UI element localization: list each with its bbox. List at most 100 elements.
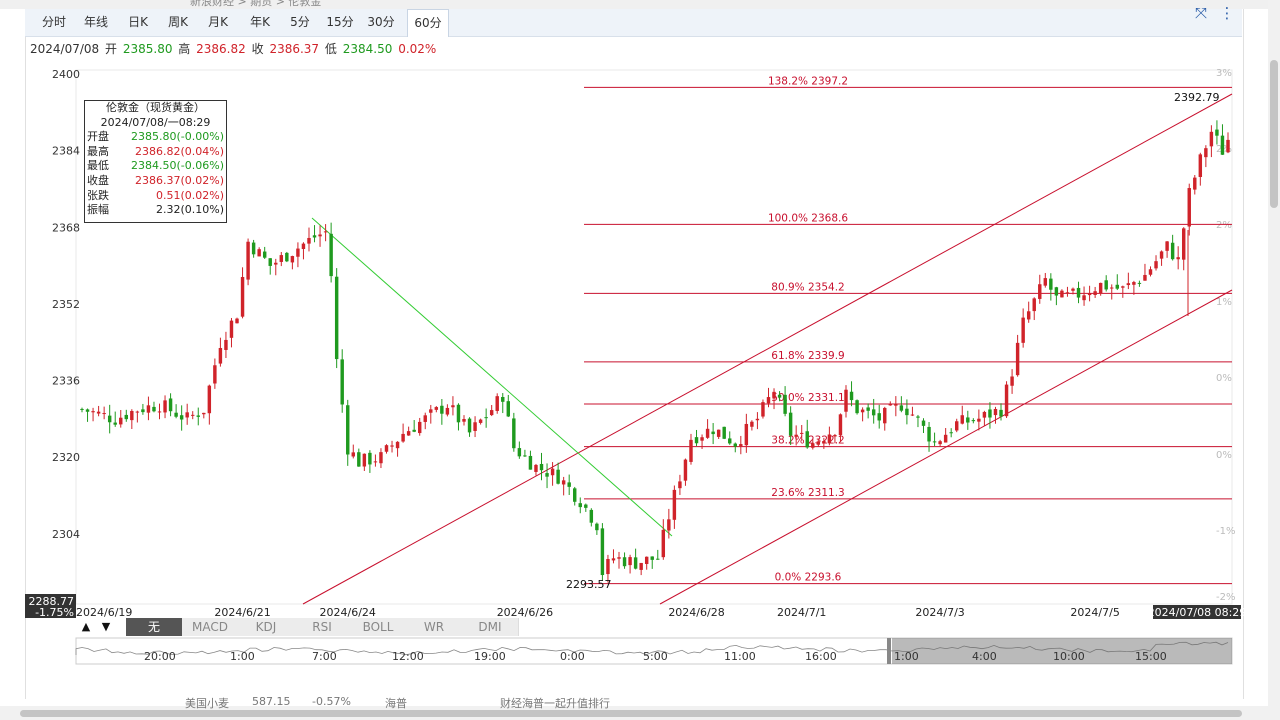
candle-body	[224, 339, 228, 350]
navigator-handle[interactable]	[887, 638, 891, 664]
candle-body	[871, 409, 876, 416]
candle-body	[124, 414, 129, 420]
candle-body	[761, 402, 765, 417]
scroll-down-button[interactable]: ▼	[98, 618, 114, 636]
candle-body	[667, 519, 671, 531]
candle-body	[783, 394, 787, 414]
candle-body	[960, 415, 964, 424]
candle-body	[1010, 376, 1014, 386]
pct-tick-label: 0%	[1216, 373, 1232, 384]
candle-body	[894, 403, 898, 406]
candle-body	[85, 409, 90, 412]
candle-body	[816, 441, 821, 445]
candle-body	[257, 249, 261, 257]
navigator-time-label: 12:00	[392, 650, 424, 663]
candle-body	[788, 412, 793, 436]
candle-body	[102, 413, 106, 415]
vertical-scrollbar[interactable]	[1268, 0, 1280, 720]
candle-body	[412, 429, 416, 432]
candle-body	[489, 410, 494, 416]
candle-body	[534, 464, 538, 472]
indicator-tab-无[interactable]: 无	[126, 618, 183, 636]
candle-body	[423, 415, 427, 422]
y-tick-label: 2368	[52, 221, 80, 234]
candle-body	[589, 509, 594, 523]
navigator-time-label: 15:00	[1135, 650, 1167, 663]
candle-body	[373, 461, 378, 463]
candle-body	[550, 468, 555, 476]
candle-body	[119, 417, 123, 425]
info-key: 振幅	[87, 203, 109, 217]
candle-body	[1104, 280, 1108, 290]
candle-body	[451, 405, 455, 408]
candle-body	[96, 411, 101, 414]
candle-body	[1165, 241, 1169, 251]
candle-body	[334, 276, 339, 360]
candle-body	[346, 405, 350, 455]
candle-body	[312, 235, 317, 238]
candle-body	[379, 452, 383, 464]
y-tick-label: 2400	[52, 68, 80, 81]
candle-body	[301, 243, 306, 250]
vertical-scroll-thumb[interactable]	[1270, 60, 1278, 208]
candle-body	[323, 231, 328, 233]
candle-body	[467, 418, 472, 433]
ticker-link[interactable]: 财经海普一起升值排行	[500, 695, 610, 711]
candle-body	[357, 452, 361, 467]
candle-body	[246, 241, 250, 280]
candle-body	[107, 415, 112, 423]
candle-body	[130, 410, 134, 421]
info-value: 2386.37(0.02%)	[134, 173, 224, 187]
fib-level-label: 100.0% 2368.6	[768, 212, 848, 224]
candle-body	[921, 420, 926, 426]
scroll-up-button[interactable]: ▲	[78, 618, 94, 636]
candle-body	[628, 557, 632, 566]
candle-body	[1021, 317, 1025, 343]
indicator-tab-wr[interactable]: WR	[406, 618, 463, 636]
candle-body	[152, 406, 156, 412]
candle-body	[91, 411, 95, 413]
indicator-tab-dmi[interactable]: DMI	[462, 618, 519, 636]
indicator-tab-rsi[interactable]: RSI	[294, 618, 351, 636]
candle-body	[772, 391, 776, 399]
info-key: 收盘	[87, 173, 109, 187]
ticker-name: 美国小麦	[185, 697, 229, 710]
candle-body	[844, 389, 848, 412]
info-value: 2384.50(-0.06%)	[131, 159, 224, 173]
indicator-tab-macd[interactable]: MACD	[182, 618, 239, 636]
candle-body	[883, 407, 887, 424]
info-row: 振幅 2.32(0.10%)	[85, 203, 226, 218]
horizontal-scroll-thumb[interactable]	[20, 710, 1242, 717]
candle-body	[517, 448, 522, 457]
cursor-pct-label: -1.75%	[35, 606, 74, 619]
x-tick-label: 2024/7/5	[1070, 606, 1119, 619]
fib-level-label: 50.0% 2331.1	[771, 392, 844, 404]
candle-body	[1198, 154, 1203, 177]
indicator-tab-kdj[interactable]: KDJ	[238, 618, 295, 636]
candle-body	[728, 438, 732, 444]
candle-body	[860, 409, 865, 413]
high-annotation: 2392.79	[1174, 91, 1220, 104]
candle-body	[633, 557, 638, 569]
candle-body	[733, 443, 737, 447]
candle-body	[949, 432, 953, 434]
candle-body	[473, 422, 477, 431]
info-row: 最低 2384.50(-0.06%)	[85, 159, 226, 174]
info-key: 开盘	[87, 130, 109, 144]
candle-body	[318, 234, 322, 237]
candle-body	[739, 444, 743, 447]
x-tick-label: 2024/7/1	[777, 606, 826, 619]
candle-body	[1087, 293, 1092, 296]
candle-body	[811, 443, 815, 448]
candle-body	[1215, 129, 1219, 136]
candle-body	[966, 417, 970, 423]
candle-body	[218, 347, 223, 364]
candle-body	[401, 433, 405, 442]
candle-body	[1187, 188, 1191, 227]
candle-body	[1226, 139, 1230, 153]
candle-body	[689, 439, 693, 462]
candle-body	[938, 441, 942, 445]
candle-body	[1071, 288, 1075, 291]
candle-body	[1143, 274, 1147, 281]
indicator-tab-boll[interactable]: BOLL	[350, 618, 407, 636]
